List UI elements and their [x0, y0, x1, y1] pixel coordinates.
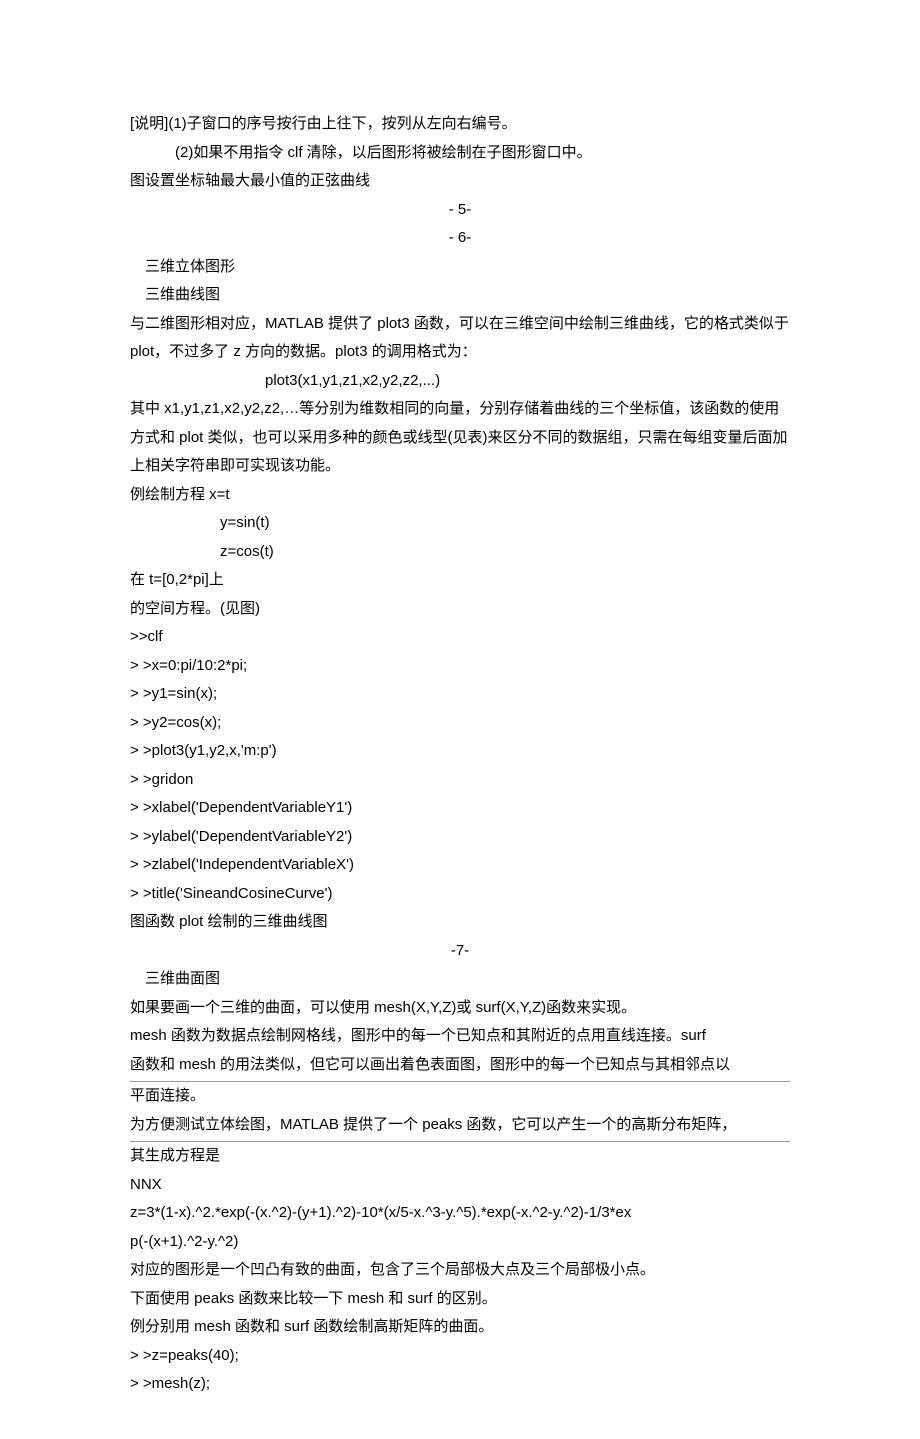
section-heading-3d-surface: 三维曲面图	[130, 965, 790, 994]
paragraph: 其中 x1,y1,z1,x2,y2,z2,…等分别为维数相同的向量，分别存储着曲…	[130, 395, 790, 481]
text-line: 下面使用 peaks 函数来比较一下 mesh 和 surf 的区别。	[130, 1285, 790, 1314]
text-line: mesh 函数为数据点绘制网格线，图形中的每一个已知点和其附近的点用直线连接。s…	[130, 1022, 790, 1051]
caption: 图函数 plot 绘制的三维曲线图	[130, 908, 790, 937]
code-line: > >ylabel('DependentVariableY2')	[130, 823, 790, 852]
code-line: >>clf	[130, 623, 790, 652]
text-line: (2)如果不用指令 clf 清除，以后图形将被绘制在子图形窗口中。	[130, 139, 790, 168]
text-line: 例分别用 mesh 函数和 surf 函数绘制高斯矩阵的曲面。	[130, 1313, 790, 1342]
code-line: > >xlabel('DependentVariableY1')	[130, 794, 790, 823]
equation-line: z=cos(t)	[130, 538, 790, 567]
text-line: 在 t=[0,2*pi]上	[130, 566, 790, 595]
paragraph: 与二维图形相对应，MATLAB 提供了 plot3 函数，可以在三维空间中绘制三…	[130, 310, 790, 367]
page-marker: - 6-	[130, 224, 790, 253]
code-line: > >mesh(z);	[130, 1370, 790, 1399]
equation-line: y=sin(t)	[130, 509, 790, 538]
equation-line: z=3*(1-x).^2.*exp(-(x.^2)-(y+1).^2)-10*(…	[130, 1199, 790, 1228]
code-line: > >z=peaks(40);	[130, 1342, 790, 1371]
section-heading-3d-graphics: 三维立体图形	[130, 253, 790, 282]
code-line: > >x=0:pi/10:2*pi;	[130, 652, 790, 681]
code-line: > >title('SineandCosineCurve')	[130, 880, 790, 909]
section-heading-3d-curve: 三维曲线图	[130, 281, 790, 310]
text-line: NNX	[130, 1171, 790, 1200]
page-marker: -7-	[130, 937, 790, 966]
text-line: 的空间方程。(见图)	[130, 595, 790, 624]
document-page: [说明](1)子窗口的序号按行由上往下，按列从左向右编号。 (2)如果不用指令 …	[0, 0, 920, 1439]
code-line: > >y1=sin(x);	[130, 680, 790, 709]
text-line: 函数和 mesh 的用法类似，但它可以画出着色表面图，图形中的每一个已知点与其相…	[130, 1051, 790, 1083]
code-line: > >zlabel('IndependentVariableX')	[130, 851, 790, 880]
text-line: 其生成方程是	[130, 1142, 790, 1171]
page-marker: - 5-	[130, 196, 790, 225]
text-line: 例绘制方程 x=t	[130, 481, 790, 510]
text-line: [说明](1)子窗口的序号按行由上往下，按列从左向右编号。	[130, 110, 790, 139]
text-line: 图设置坐标轴最大最小值的正弦曲线	[130, 167, 790, 196]
text-line: 为方便测试立体绘图，MATLAB 提供了一个 peaks 函数，它可以产生一个的…	[130, 1111, 790, 1143]
text-line: 对应的图形是一个凹凸有致的曲面，包含了三个局部极大点及三个局部极小点。	[130, 1256, 790, 1285]
code-line: > >y2=cos(x);	[130, 709, 790, 738]
text-line: 如果要画一个三维的曲面，可以使用 mesh(X,Y,Z)或 surf(X,Y,Z…	[130, 994, 790, 1023]
code-line: plot3(x1,y1,z1,x2,y2,z2,...)	[130, 367, 790, 396]
code-line: > >plot3(y1,y2,x,'m:p')	[130, 737, 790, 766]
code-line: > >gridon	[130, 766, 790, 795]
text-line: 平面连接。	[130, 1082, 790, 1111]
equation-line: p(-(x+1).^2-y.^2)	[130, 1228, 790, 1257]
